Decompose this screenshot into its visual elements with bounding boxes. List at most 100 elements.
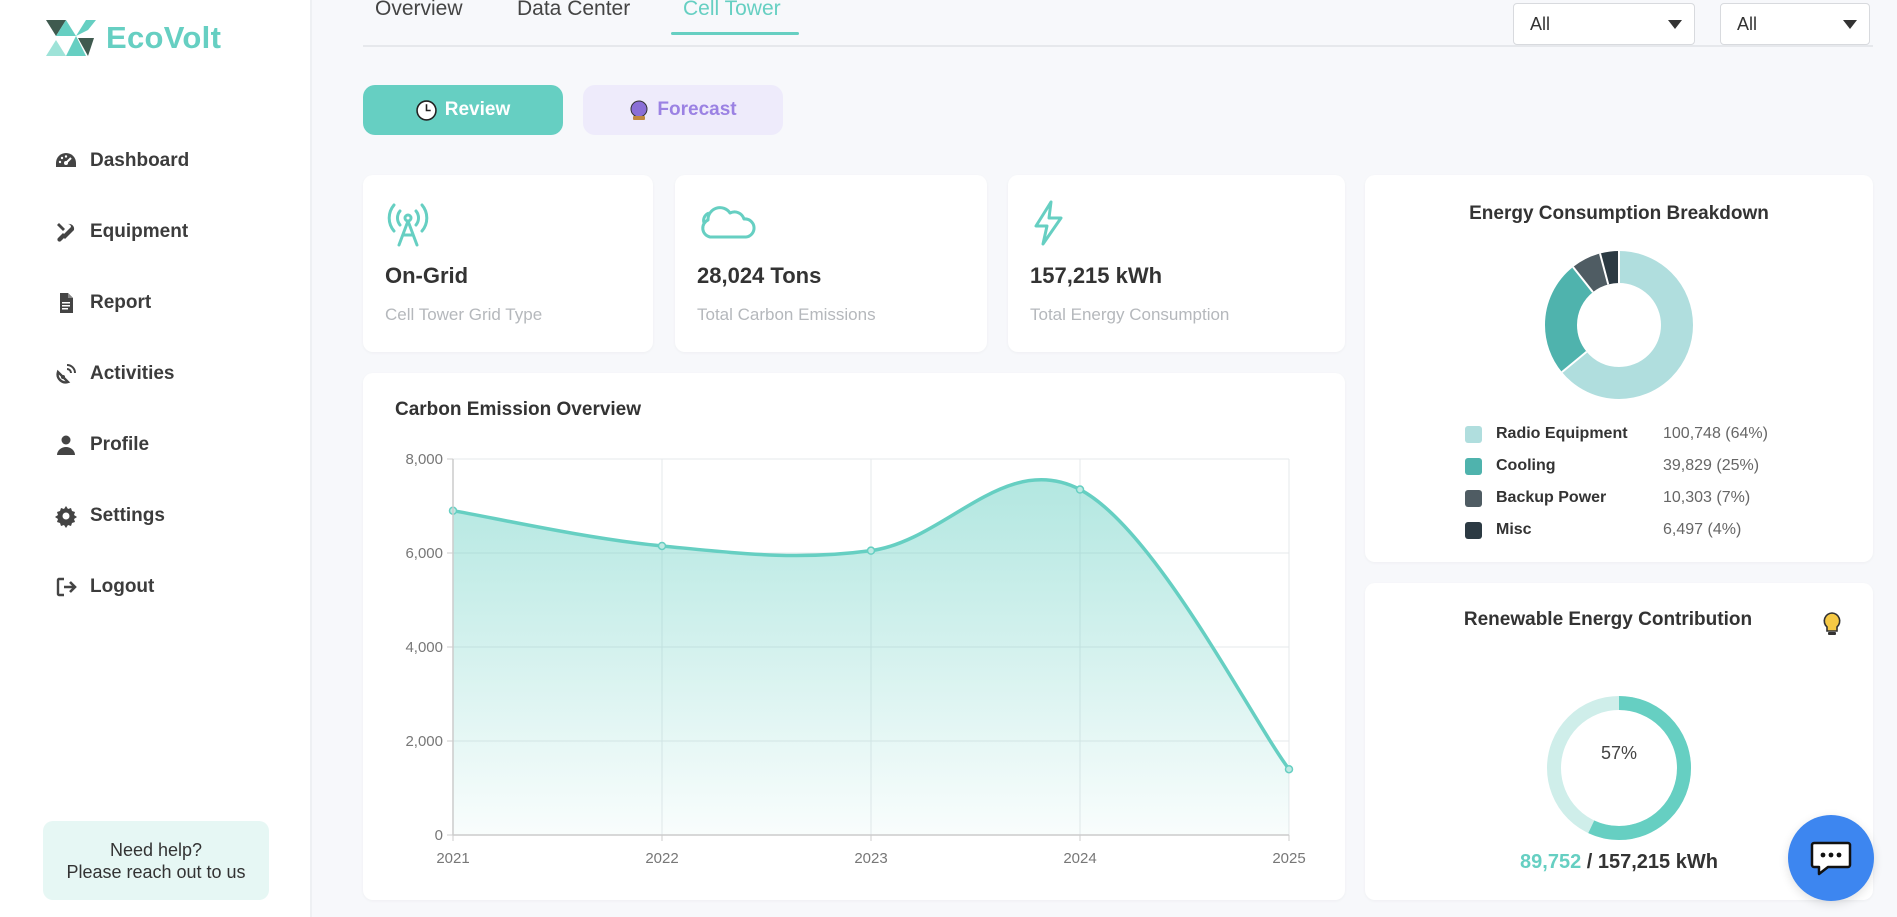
sidebar-item-report[interactable]: Report	[54, 267, 189, 338]
stat-label: Total Energy Consumption	[1030, 305, 1230, 324]
document-icon	[60, 292, 73, 313]
section-tabs: Overview Data Center Cell Tower All All	[363, 0, 1873, 47]
sidebar-item-label: Logout	[90, 575, 155, 597]
emission-chart-card: Carbon Emission Overview 0 2,000 4,000 6,00…	[363, 373, 1345, 900]
stat-value: 157,215 kWh	[1030, 263, 1163, 288]
legend-label: Backup Power	[1496, 489, 1607, 506]
x-tick-label: 2021	[436, 850, 469, 867]
help-text: Please reach out to us	[66, 862, 246, 882]
breakdown-donut-chart	[1545, 251, 1693, 399]
filter-select-value: All	[1530, 14, 1551, 34]
data-point	[866, 546, 876, 555]
forecast-button-label: Forecast	[657, 99, 737, 120]
ecovolt-logo-icon	[46, 20, 96, 56]
legend-label: Cooling	[1496, 457, 1556, 474]
gear-icon	[55, 505, 77, 528]
y-tick-label: 8,000	[405, 451, 443, 468]
legend-item: Backup Power 10,303 (7%)	[1465, 482, 1768, 514]
x-tick-label: 2025	[1272, 850, 1305, 867]
legend-label: Radio Equipment	[1496, 425, 1628, 442]
sidebar-item-profile[interactable]: Profile	[54, 409, 189, 480]
stat-value: 28,024 Tons	[697, 263, 822, 288]
stat-card-grid-type: On-Grid Cell Tower Grid Type	[363, 175, 653, 352]
breakdown-legend: Radio Equipment 100,748 (64%) Cooling 39…	[1465, 418, 1768, 546]
data-point	[1075, 485, 1085, 494]
legend-swatch	[1465, 457, 1482, 475]
stat-label: Total Carbon Emissions	[697, 305, 876, 324]
chat-bubble-icon	[1810, 841, 1852, 876]
filter-select-value: All	[1737, 14, 1758, 34]
legend-value: 100,748 (64%)	[1663, 425, 1768, 442]
renewable-total: / 157,215 kWh	[1586, 851, 1718, 873]
stat-card-energy: 157,215 kWh Total Energy Consumption	[1008, 175, 1345, 352]
brand-name: EcoVolt	[106, 20, 222, 55]
clock-icon	[416, 99, 437, 121]
filter-select-1[interactable]: All	[1513, 3, 1695, 45]
legend-swatch	[1465, 521, 1482, 539]
data-point	[657, 541, 667, 551]
cloud-icon	[701, 206, 756, 239]
data-point	[1284, 764, 1294, 774]
emission-chart: 0 2,000 4,000 6,000 8,000 2021 2022 2023 2024 202…	[405, 451, 1305, 867]
review-button[interactable]: Review	[363, 85, 563, 135]
tab-data-center[interactable]: Data Center	[517, 0, 630, 21]
x-tick-label: 2023	[854, 850, 887, 867]
review-button-label: Review	[444, 99, 511, 120]
help-box[interactable]: Need help? Please reach out to us	[43, 821, 269, 900]
y-tick-label: 4,000	[405, 639, 443, 656]
forecast-button[interactable]: Forecast	[583, 85, 783, 135]
crystal-ball-icon	[630, 100, 648, 120]
stat-card-carbon: 28,024 Tons Total Carbon Emissions	[675, 175, 987, 352]
legend-label: Misc	[1496, 521, 1532, 538]
gauge-icon	[56, 152, 76, 167]
antenna-icon	[387, 203, 429, 247]
sidebar-item-label: Equipment	[90, 220, 189, 242]
tab-overview[interactable]: Overview	[375, 0, 463, 21]
renewable-percent: 57%	[1600, 743, 1638, 763]
legend-item: Misc 6,497 (4%)	[1465, 514, 1768, 546]
lightbulb-icon[interactable]	[1821, 611, 1843, 637]
x-tick-label: 2022	[645, 850, 678, 867]
sidebar-item-label: Profile	[90, 433, 150, 455]
lightning-icon	[1034, 200, 1063, 246]
sidebar-item-label: Dashboard	[90, 149, 190, 171]
sidebar: EcoVolt Dashboard Equipment Report Activ…	[0, 0, 312, 917]
active-tab-indicator	[671, 32, 799, 35]
renewable-amount: 89,752	[1520, 851, 1582, 873]
breakdown-card: Energy Consumption Breakdown Radio Equip…	[1365, 175, 1873, 562]
sidebar-item-equipment[interactable]: Equipment	[54, 196, 189, 267]
legend-value: 10,303 (7%)	[1663, 489, 1751, 506]
brand[interactable]: EcoVolt	[44, 18, 221, 58]
legend-item: Cooling 39,829 (25%)	[1465, 450, 1768, 482]
user-icon	[57, 435, 75, 455]
stat-value: On-Grid	[385, 263, 469, 288]
sidebar-item-label: Report	[90, 291, 152, 313]
legend-value: 39,829 (25%)	[1663, 457, 1760, 474]
y-tick-label: 6,000	[405, 545, 443, 562]
x-tick-label: 2024	[1063, 850, 1096, 867]
chevron-down-icon	[1668, 20, 1682, 29]
tools-icon	[57, 222, 75, 242]
sidebar-item-activities[interactable]: Activities	[54, 338, 189, 409]
renewable-title: Renewable Energy Contribution	[1463, 609, 1753, 630]
legend-swatch	[1465, 425, 1482, 443]
sidebar-item-label: Settings	[90, 504, 165, 526]
legend-swatch	[1465, 489, 1482, 507]
sidebar-item-label: Activities	[90, 362, 175, 384]
sidebar-item-settings[interactable]: Settings	[54, 480, 189, 551]
tab-cell-tower[interactable]: Cell Tower	[683, 0, 781, 21]
legend-value: 6,497 (4%)	[1663, 521, 1742, 538]
y-tick-label: 2,000	[405, 733, 443, 750]
sidebar-nav: Dashboard Equipment Report Activities Pr…	[54, 125, 189, 622]
stat-label: Cell Tower Grid Type	[385, 305, 543, 324]
filter-select-2[interactable]: All	[1720, 3, 1870, 45]
chat-button[interactable]	[1788, 815, 1874, 901]
legend-item: Radio Equipment 100,748 (64%)	[1465, 418, 1768, 450]
logout-icon	[56, 577, 77, 596]
y-tick-label: 0	[435, 827, 443, 844]
sidebar-item-logout[interactable]: Logout	[54, 551, 189, 622]
sidebar-item-dashboard[interactable]: Dashboard	[54, 125, 189, 196]
chevron-down-icon	[1843, 20, 1857, 29]
satellite-icon	[56, 363, 76, 384]
help-title: Need help?	[109, 840, 203, 860]
